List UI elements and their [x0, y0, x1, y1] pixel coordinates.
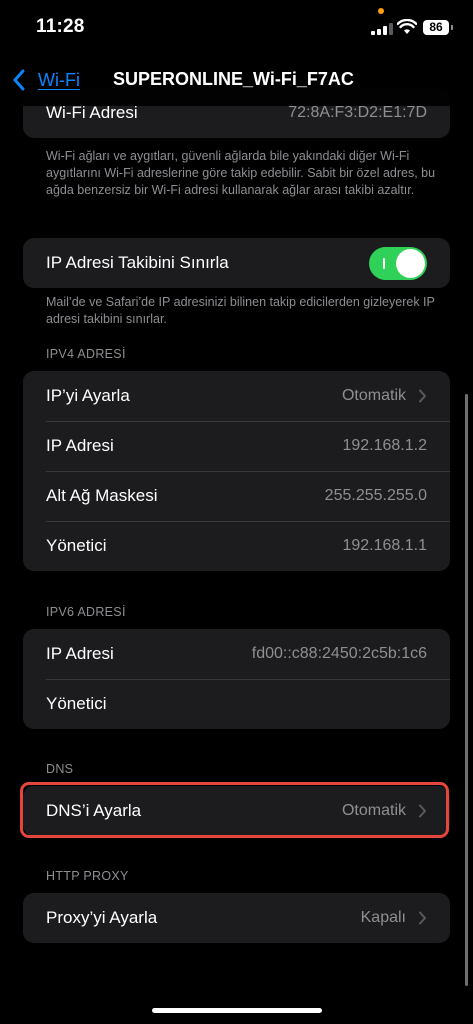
navigation-bar-overlay: Wi-Fi SUPERONLINE_Wi-Fi_F7AC	[0, 54, 473, 106]
ipv4-router-value: 192.168.1.1	[342, 537, 427, 554]
ip-tracking-label: IP Adresi Takibini Sınırla	[46, 253, 229, 272]
proxy-section: Proxy’yi Ayarla Kapalı	[23, 893, 450, 943]
proxy-header: HTTP PROXY	[46, 869, 129, 883]
proxy-configure-row[interactable]: Proxy’yi Ayarla Kapalı	[23, 893, 450, 943]
wifi-icon	[397, 19, 417, 34]
ip-tracking-footer: Mail’de ve Safari’de IP adresinizi bilin…	[46, 295, 435, 326]
toggle-on-mark	[383, 257, 385, 269]
dns-highlight-box	[20, 782, 449, 838]
ipv4-header: IPV4 ADRESİ	[46, 347, 126, 361]
back-button-overlay[interactable]: Wi-Fi	[12, 66, 80, 94]
signal-icon	[371, 23, 393, 35]
wifi-address-value: 72:8A:F3:D2:E1:7D	[288, 104, 427, 121]
ipv4-subnet-value: 255.255.255.0	[324, 487, 427, 504]
ipv4-subnet-label: Alt Ağ Maskesi	[46, 486, 158, 505]
ipv4-ip-address-row: IP Adresi 192.168.1.2	[23, 421, 450, 471]
ipv6-router-label: Yönetici	[46, 694, 107, 713]
ipv4-ip-address-value: 192.168.1.2	[342, 437, 427, 454]
chevron-right-icon	[419, 389, 426, 403]
ipv4-configure-row[interactable]: IP’yi Ayarla Otomatik	[23, 371, 450, 421]
ip-tracking-row: IP Adresi Takibini Sınırla	[23, 238, 450, 288]
status-time: 11:28	[36, 16, 85, 37]
proxy-configure-label: Proxy’yi Ayarla	[46, 908, 158, 927]
wifi-address-footer: Wi-Fi ağları ve aygıtları, güvenli ağlar…	[46, 149, 436, 197]
ipv4-configure-value-group: Otomatik	[342, 387, 427, 405]
ipv6-ip-address-row: IP Adresi fd00::c88:2450:2c5b:1c6	[23, 629, 450, 679]
privacy-indicator-dot	[378, 8, 384, 14]
ip-tracking-toggle[interactable]	[369, 246, 427, 280]
ipv4-router-row: Yönetici 192.168.1.1	[23, 521, 450, 571]
battery-cap	[451, 25, 453, 30]
back-label: Wi-Fi	[38, 69, 80, 90]
ipv6-ip-address-label: IP Adresi	[46, 644, 114, 663]
ip-tracking-section: IP Adresi Takibini Sınırla	[23, 238, 450, 288]
ipv4-configure-label: IP’yi Ayarla	[46, 386, 130, 405]
ipv6-section: IP Adresi fd00::c88:2450:2c5b:1c6 Yöneti…	[23, 629, 450, 729]
ipv6-router-row: Yönetici	[23, 679, 450, 729]
ipv6-header: IPV6 ADRESİ	[46, 605, 126, 619]
chevron-left-icon	[13, 69, 25, 91]
wifi-address-label: Wi-Fi Adresi	[46, 103, 138, 122]
ipv6-ip-address-value: fd00::c88:2450:2c5b:1c6	[251, 645, 427, 662]
home-indicator[interactable]	[152, 1008, 322, 1013]
ipv4-section: IP’yi Ayarla Otomatik IP Adresi 192.168.…	[23, 371, 450, 571]
ipv4-router-label: Yönetici	[46, 536, 107, 555]
toggle-knob	[396, 248, 425, 278]
dns-header: DNS	[46, 762, 74, 776]
status-bar: 11:28 86	[0, 0, 473, 54]
page-title-overlay: SUPERONLINE_Wi-Fi_F7AC	[113, 69, 354, 89]
proxy-configure-value-group: Kapalı	[361, 909, 427, 927]
ipv4-subnet-row: Alt Ağ Maskesi 255.255.255.0	[23, 471, 450, 521]
battery-icon: 86	[423, 20, 449, 35]
proxy-configure-value: Kapalı	[360, 909, 406, 926]
scrollbar[interactable]	[465, 394, 468, 986]
ipv4-configure-value: Otomatik	[341, 387, 406, 404]
ipv4-ip-address-label: IP Adresi	[46, 436, 114, 455]
chevron-right-icon	[419, 911, 426, 925]
